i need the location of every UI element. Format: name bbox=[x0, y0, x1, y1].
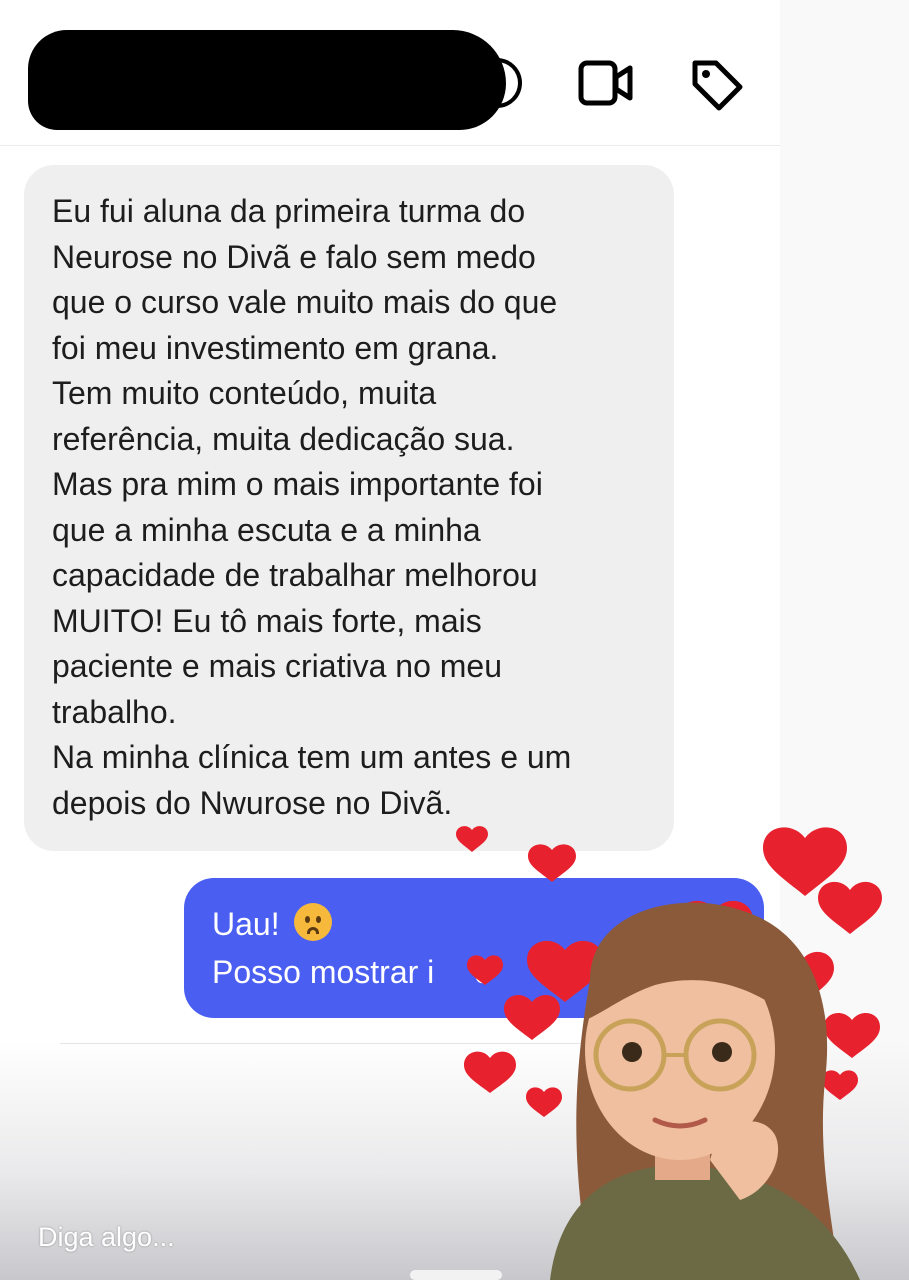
message-line: Mas pra mim o mais importante foi bbox=[52, 466, 543, 502]
message-line: MUITO! Eu tô mais forte, mais bbox=[52, 602, 482, 639]
incoming-message-bubble[interactable]: Eu fui aluna da primeira turma do Neuros… bbox=[24, 165, 674, 851]
heart-icon bbox=[504, 994, 560, 1040]
message-line: trabalho. bbox=[52, 693, 177, 730]
tag-icon[interactable] bbox=[690, 58, 744, 112]
message-line: que o curso vale muito mais do que bbox=[52, 284, 558, 320]
anguished-face-emoji-icon bbox=[294, 903, 333, 941]
message-line: paciente e mais criativa no meu bbox=[52, 648, 502, 684]
heart-icon bbox=[818, 881, 882, 934]
message-line: foi meu investimento em grana. bbox=[52, 329, 499, 366]
outgoing-text: Uau! bbox=[212, 906, 280, 942]
message-line: referência, muita dedicação sua. bbox=[52, 420, 515, 457]
outgoing-text: Posso mostrar i bbox=[212, 954, 435, 990]
heart-icon bbox=[824, 1012, 880, 1058]
heart-icon bbox=[822, 1070, 858, 1100]
message-line: Eu fui aluna da primeira turma do bbox=[52, 193, 526, 229]
avatar-sticker-icon[interactable] bbox=[440, 820, 909, 1280]
chat-header bbox=[0, 0, 780, 146]
message-line: que a minha escuta e a minha bbox=[52, 511, 481, 548]
redacted-contact-name bbox=[28, 30, 506, 130]
message-line: Tem muito conteúdo, muita bbox=[52, 375, 437, 411]
redaction-mark bbox=[460, 58, 522, 108]
home-indicator bbox=[410, 1270, 502, 1280]
message-line: Na minha clínica tem um antes e um bbox=[52, 739, 572, 775]
heart-icon bbox=[528, 844, 576, 882]
message-line: capacidade de trabalhar melhorou bbox=[52, 557, 538, 593]
heart-icon bbox=[526, 1087, 562, 1117]
heart-icon bbox=[467, 955, 503, 985]
video-call-icon[interactable] bbox=[578, 60, 634, 106]
heart-icon bbox=[464, 1051, 516, 1093]
message-input[interactable]: Diga algo... bbox=[38, 1222, 175, 1253]
heart-icon bbox=[456, 826, 488, 852]
message-line: Neurose no Divã e falo sem medo bbox=[52, 238, 536, 275]
